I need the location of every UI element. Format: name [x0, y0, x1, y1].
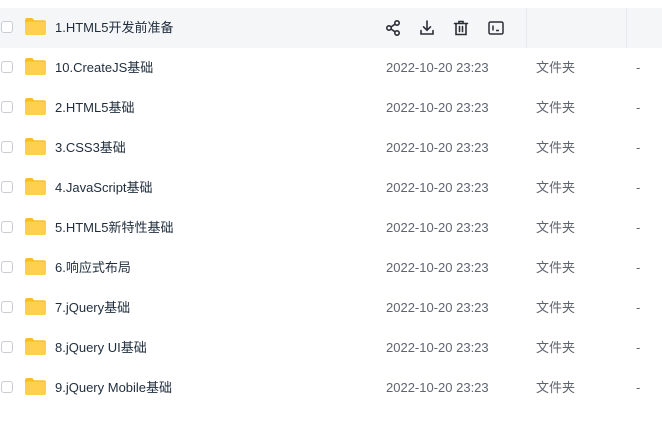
file-name[interactable]: 4.JavaScript基础: [55, 168, 153, 208]
table-row[interactable]: 2.HTML5基础 2022-10-20 23:23 文件夹 -: [0, 88, 662, 128]
table-row[interactable]: 3.CSS3基础 2022-10-20 23:23 文件夹 -: [0, 128, 662, 168]
row-checkbox[interactable]: [1, 221, 13, 233]
file-list: 1.HTML5开发前准备 10.CreateJS基础 2022-10-20 23:2…: [0, 0, 662, 434]
info-panel-icon[interactable]: [486, 18, 506, 38]
file-size: -: [636, 340, 641, 355]
folder-icon: [25, 178, 46, 195]
modified-date: 2022-10-20 23:23: [386, 100, 489, 115]
trash-icon[interactable]: [451, 18, 471, 38]
file-name[interactable]: 6.响应式布局: [55, 248, 131, 288]
modified-date: 2022-10-20 23:23: [386, 260, 489, 275]
file-type: 文件夹: [536, 220, 576, 235]
file-type: 文件夹: [536, 260, 576, 275]
row-checkbox[interactable]: [1, 301, 13, 313]
row-checkbox[interactable]: [1, 261, 13, 273]
download-icon[interactable]: [417, 18, 437, 38]
modified-date: 2022-10-20 23:23: [386, 220, 489, 235]
file-name[interactable]: 3.CSS3基础: [55, 128, 126, 168]
modified-date: 2022-10-20 23:23: [386, 180, 489, 195]
file-name[interactable]: 8.jQuery UI基础: [55, 328, 147, 368]
file-name[interactable]: 5.HTML5新特性基础: [55, 208, 173, 248]
file-type: 文件夹: [536, 340, 576, 355]
file-name[interactable]: 2.HTML5基础: [55, 88, 134, 128]
modified-date: 2022-10-20 23:23: [386, 140, 489, 155]
file-type: 文件夹: [536, 380, 576, 395]
file-name[interactable]: 7.jQuery基础: [55, 288, 130, 328]
file-type: 文件夹: [536, 60, 576, 75]
folder-icon: [25, 98, 46, 115]
folder-icon: [25, 258, 46, 275]
file-size: -: [636, 180, 641, 195]
file-size: -: [636, 220, 641, 235]
modified-date: 2022-10-20 23:23: [386, 300, 489, 315]
column-divider: [526, 8, 527, 48]
file-name[interactable]: 9.jQuery Mobile基础: [55, 368, 172, 408]
folder-icon: [25, 298, 46, 315]
file-size: -: [636, 60, 641, 75]
modified-date: 2022-10-20 23:23: [386, 60, 489, 75]
folder-icon: [25, 18, 46, 35]
file-name[interactable]: 1.HTML5开发前准备: [55, 8, 173, 48]
row-checkbox[interactable]: [1, 341, 13, 353]
row-checkbox[interactable]: [1, 21, 13, 33]
share-icon[interactable]: [383, 18, 403, 38]
folder-icon: [25, 378, 46, 395]
table-row[interactable]: 5.HTML5新特性基础 2022-10-20 23:23 文件夹 -: [0, 208, 662, 248]
file-size: -: [636, 260, 641, 275]
folder-icon: [25, 218, 46, 235]
table-row[interactable]: 7.jQuery基础 2022-10-20 23:23 文件夹 -: [0, 288, 662, 328]
table-row[interactable]: 10.CreateJS基础 2022-10-20 23:23 文件夹 -: [0, 48, 662, 88]
folder-icon: [25, 138, 46, 155]
file-size: -: [636, 300, 641, 315]
table-row[interactable]: 8.jQuery UI基础 2022-10-20 23:23 文件夹 -: [0, 328, 662, 368]
file-type: 文件夹: [536, 100, 576, 115]
table-row[interactable]: 9.jQuery Mobile基础 2022-10-20 23:23 文件夹 -: [0, 368, 662, 408]
modified-date: 2022-10-20 23:23: [386, 340, 489, 355]
file-type: 文件夹: [536, 300, 576, 315]
file-size: -: [636, 380, 641, 395]
column-divider: [626, 8, 627, 48]
file-size: -: [636, 140, 641, 155]
modified-date: 2022-10-20 23:23: [386, 380, 489, 395]
row-checkbox[interactable]: [1, 141, 13, 153]
folder-icon: [25, 338, 46, 355]
row-checkbox[interactable]: [1, 181, 13, 193]
file-size: -: [636, 100, 641, 115]
row-checkbox[interactable]: [1, 61, 13, 73]
table-row[interactable]: 4.JavaScript基础 2022-10-20 23:23 文件夹 -: [0, 168, 662, 208]
row-checkbox[interactable]: [1, 101, 13, 113]
table-row[interactable]: 6.响应式布局 2022-10-20 23:23 文件夹 -: [0, 248, 662, 288]
file-type: 文件夹: [536, 140, 576, 155]
file-name[interactable]: 10.CreateJS基础: [55, 48, 153, 88]
folder-icon: [25, 58, 46, 75]
file-type: 文件夹: [536, 180, 576, 195]
table-row[interactable]: 1.HTML5开发前准备: [0, 8, 662, 48]
row-checkbox[interactable]: [1, 381, 13, 393]
